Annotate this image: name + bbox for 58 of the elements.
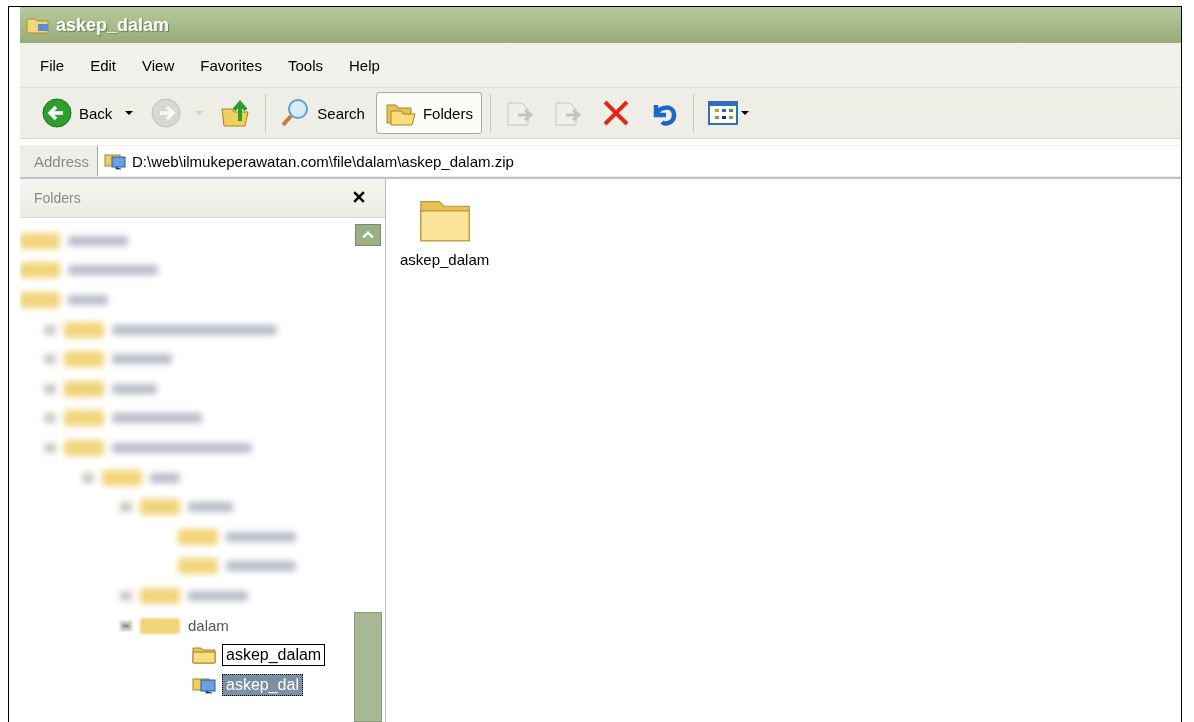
pane-title: Folders — [34, 190, 81, 206]
menu-item[interactable]: Help — [343, 56, 392, 74]
back-button[interactable]: Back — [36, 92, 140, 134]
expander-icon[interactable] — [120, 502, 132, 513]
expander-icon[interactable] — [44, 442, 56, 453]
blurred-label — [112, 383, 157, 394]
expander-icon[interactable] — [44, 324, 56, 335]
folder-icon — [192, 646, 216, 665]
folder-icon — [20, 292, 60, 308]
menu-item[interactable]: View — [136, 56, 187, 74]
blurred-label — [112, 354, 172, 365]
search-button[interactable]: Search — [274, 92, 370, 134]
folder-icon — [102, 469, 142, 486]
folders-button[interactable]: Folders — [375, 92, 482, 134]
expander-icon[interactable] — [44, 354, 56, 365]
folder-icon — [64, 321, 104, 338]
menu-item[interactable]: File — [34, 56, 77, 74]
folder-icon — [26, 16, 50, 34]
caret-icon — [124, 110, 135, 116]
folder-icon — [64, 380, 104, 397]
blurred-label — [188, 590, 248, 601]
expander-icon[interactable] — [82, 472, 94, 483]
blurred-label — [68, 235, 128, 246]
expander-icon[interactable] — [44, 383, 56, 394]
menu-item[interactable]: Tools — [281, 56, 335, 74]
folder-icon — [64, 351, 104, 368]
folder-icon — [192, 675, 216, 694]
expander-icon[interactable] — [44, 413, 56, 424]
tree-item[interactable]: askep_dalam — [222, 644, 326, 667]
collapse-icon[interactable] — [120, 620, 132, 631]
blurred-label — [188, 502, 233, 513]
window-title: askep_dalam — [56, 14, 170, 36]
folder-icon — [20, 232, 60, 249]
folder-icon — [178, 558, 218, 575]
folder-icon — [178, 528, 218, 545]
folder-name[interactable]: askep_dalam — [400, 251, 490, 268]
computer-icon — [104, 152, 127, 170]
blurred-label — [68, 295, 108, 305]
close-icon — [353, 190, 365, 203]
blurred-label — [150, 472, 180, 483]
caret-icon — [194, 110, 205, 116]
blurred-label — [226, 531, 296, 542]
blurred-label — [226, 561, 296, 572]
folder-icon — [140, 587, 180, 604]
tree-item[interactable]: dalam — [188, 617, 229, 634]
scroll-up-button[interactable] — [355, 224, 381, 246]
address-field[interactable]: D:\web\ilmukeperawatan.com\file\dalam\askep_dalam.zip — [97, 146, 1181, 176]
folder-icon — [140, 617, 180, 634]
address-label: Address — [33, 152, 91, 170]
expander-icon[interactable] — [120, 590, 132, 601]
menu-item[interactable]: Edit — [84, 56, 129, 74]
folder-icon — [64, 439, 104, 456]
chevron-up-icon — [362, 231, 374, 239]
scrollbar-thumb[interactable] — [354, 612, 382, 722]
menu-item[interactable]: Favorites — [194, 56, 274, 74]
folder-icon — [140, 499, 180, 516]
folder-icon — [64, 410, 104, 427]
folder-icon — [20, 262, 60, 279]
